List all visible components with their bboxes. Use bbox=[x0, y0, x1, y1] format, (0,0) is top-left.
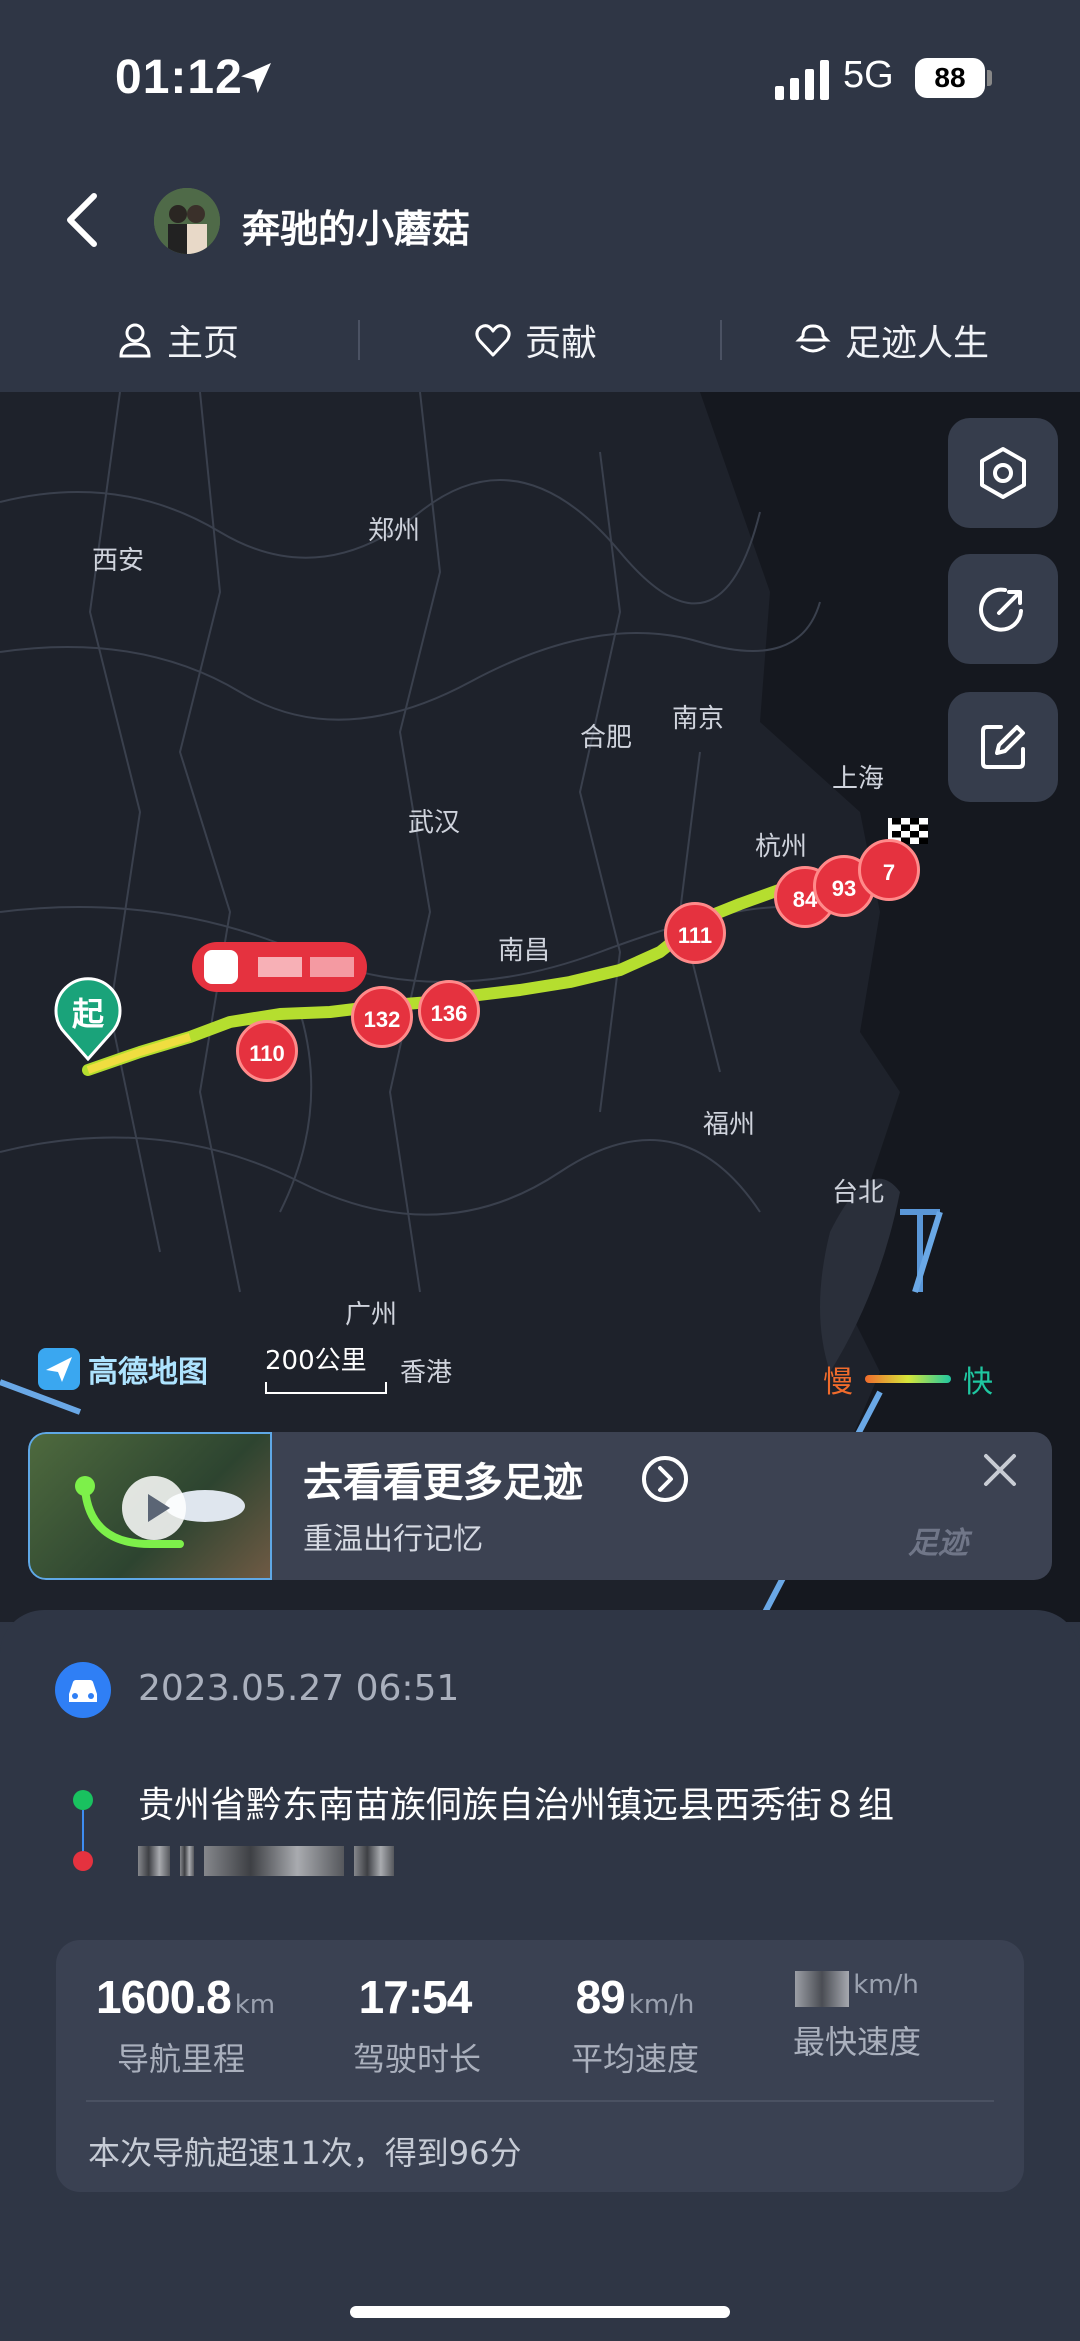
stat-duration-value: 17:54 bbox=[358, 1971, 473, 2023]
edit-icon bbox=[981, 725, 1025, 769]
city-label: 合肥 bbox=[580, 723, 633, 753]
edit-button[interactable] bbox=[948, 692, 1058, 802]
start-marker[interactable]: 起 bbox=[53, 977, 123, 1062]
trip-datetime: 2023.05.27 06:51 bbox=[138, 1668, 460, 1709]
chevron-left-icon[interactable] bbox=[62, 190, 102, 250]
speeding-note: 本次导航超速11次，得到96分 bbox=[88, 2134, 522, 2172]
tab-home[interactable]: 主页 bbox=[115, 310, 239, 370]
stat-avg-speed-unit: km/h bbox=[628, 1990, 695, 2020]
banner-subtitle: 重温出行记忆 bbox=[303, 1522, 483, 1557]
user-icon bbox=[119, 323, 151, 358]
city-label: 香港 bbox=[400, 1358, 453, 1388]
origin-dot bbox=[73, 1790, 93, 1810]
tab-home-label: 主页 bbox=[167, 323, 240, 364]
stat-avg-speed-value: 89 bbox=[575, 1971, 626, 2023]
share-button[interactable] bbox=[948, 554, 1058, 664]
stats-divider bbox=[86, 2100, 994, 2102]
tab-divider bbox=[358, 320, 360, 360]
banner-title: 去看看更多足迹 bbox=[303, 1460, 583, 1506]
city-label: 郑州 bbox=[368, 516, 421, 546]
speed-marker[interactable]: 7 bbox=[858, 839, 920, 901]
heart-icon bbox=[475, 324, 511, 357]
stat-max-speed: km/h 最快速度 bbox=[772, 1970, 942, 2063]
tab-divider bbox=[720, 320, 722, 360]
stat-duration-label: 驾驶时长 bbox=[352, 2040, 481, 2078]
map-settings-button[interactable] bbox=[948, 418, 1058, 528]
destination-dot bbox=[73, 1851, 93, 1871]
chevron-right-circle-icon[interactable] bbox=[640, 1454, 690, 1504]
city-label: 广州 bbox=[345, 1300, 398, 1330]
battery-tip bbox=[987, 70, 992, 86]
speed-marker[interactable]: 111 bbox=[664, 902, 726, 964]
stat-distance-value: 1600.8 bbox=[96, 1971, 232, 2023]
stat-distance: 1600.8 km 导航里程 bbox=[96, 1970, 275, 2080]
home-indicator[interactable] bbox=[350, 2306, 730, 2318]
avatar[interactable] bbox=[154, 188, 220, 254]
city-label: 武汉 bbox=[408, 808, 461, 838]
city-label: 南京 bbox=[672, 704, 725, 734]
tab-contribution-label: 贡献 bbox=[525, 323, 598, 364]
stat-max-speed-label: 最快速度 bbox=[792, 2022, 921, 2061]
stat-duration: 17:54 驾驶时长 bbox=[332, 1970, 502, 2080]
tab-footprint[interactable]: 足迹人生 bbox=[793, 310, 989, 370]
location-arrow-icon bbox=[241, 63, 271, 93]
play-icon[interactable] bbox=[122, 1476, 186, 1540]
amap-logo-text: 高德地图 bbox=[88, 1355, 208, 1390]
banner-watermark: 足迹 bbox=[908, 1526, 968, 1561]
start-label: 起 bbox=[71, 995, 104, 1033]
banner-thumbnail bbox=[28, 1432, 272, 1580]
tab-footprint-label: 足迹人生 bbox=[845, 323, 990, 364]
trip-stats: 1600.8 km 导航里程 17:54 驾驶时长 89 km/h 平均速度 km/… bbox=[56, 1940, 1024, 2192]
amap-logo-icon bbox=[38, 1348, 80, 1390]
map-scale-bar bbox=[265, 1382, 387, 1394]
legend-gradient bbox=[865, 1375, 951, 1383]
stat-max-speed-value bbox=[795, 1970, 850, 2007]
stat-distance-unit: km bbox=[234, 1990, 276, 2020]
origin-address: 贵州省黔东南苗族侗族自治州镇远县西秀街８组 bbox=[138, 1785, 895, 1826]
destination-address-redacted bbox=[138, 1846, 458, 1886]
more-footprints-banner[interactable]: 去看看更多足迹 重温出行记忆 足迹 bbox=[28, 1432, 1052, 1580]
battery-indicator: 88 bbox=[915, 58, 985, 98]
speed-marker[interactable]: 132 bbox=[351, 986, 413, 1048]
route-connector bbox=[82, 1810, 84, 1852]
speed-marker[interactable]: 136 bbox=[418, 980, 480, 1042]
stat-distance-label: 导航里程 bbox=[116, 2040, 245, 2078]
tab-contribution[interactable]: 贡献 bbox=[473, 310, 597, 370]
username[interactable]: 奔驰的小蘑菇 bbox=[242, 198, 470, 253]
network-type: 5G bbox=[843, 54, 894, 96]
signal-icon bbox=[775, 60, 829, 100]
stat-avg-speed-label: 平均速度 bbox=[570, 2040, 699, 2078]
legend-slow: 慢 bbox=[823, 1365, 853, 1400]
stat-max-speed-unit: km/h bbox=[853, 1970, 919, 2000]
status-bar: 01:12 5G 88 bbox=[0, 0, 1080, 160]
city-label: 杭州 bbox=[755, 832, 808, 862]
map-scale: 200公里 bbox=[265, 1346, 367, 1376]
legend-fast: 快 bbox=[963, 1365, 993, 1400]
city-label: 西安 bbox=[92, 546, 145, 576]
stat-avg-speed: 89 km/h 平均速度 bbox=[550, 1970, 720, 2080]
city-label: 台北 bbox=[832, 1178, 885, 1208]
share-icon bbox=[979, 587, 1023, 632]
city-label: 上海 bbox=[832, 764, 885, 794]
speed-marker[interactable]: 110 bbox=[236, 1020, 298, 1082]
car-icon bbox=[55, 1662, 111, 1718]
amap-logo: 高德地图 bbox=[38, 1347, 208, 1391]
close-icon[interactable] bbox=[980, 1450, 1020, 1490]
clock: 01:12 bbox=[115, 51, 243, 104]
city-label: 南昌 bbox=[498, 936, 551, 966]
footprint-icon bbox=[795, 324, 831, 353]
speed-legend: 慢 快 bbox=[823, 1357, 993, 1401]
city-label: 福州 bbox=[703, 1110, 756, 1140]
settings-icon bbox=[980, 447, 1026, 499]
